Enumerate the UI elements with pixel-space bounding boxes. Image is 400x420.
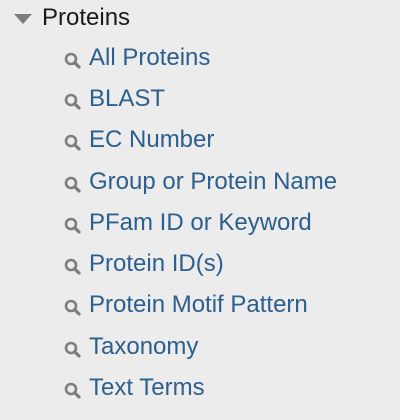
search-item-label[interactable]: EC Number <box>89 125 214 155</box>
search-icon <box>64 52 81 69</box>
search-icon <box>64 93 81 110</box>
proteins-search-list: All Proteins BLAST EC Number Group or Pr… <box>62 37 337 409</box>
search-item-blast[interactable]: BLAST <box>62 78 337 119</box>
search-item-label[interactable]: Protein ID(s) <box>89 249 224 279</box>
search-item-label[interactable]: Text Terms <box>89 373 205 403</box>
search-item-label[interactable]: PFam ID or Keyword <box>89 208 312 238</box>
search-item-text-terms[interactable]: Text Terms <box>62 367 337 408</box>
search-icon <box>64 382 81 399</box>
search-item-taxonomy[interactable]: Taxonomy <box>62 326 337 367</box>
search-icon <box>64 258 81 275</box>
search-item-protein-motif-pattern[interactable]: Protein Motif Pattern <box>62 285 337 326</box>
search-item-label[interactable]: BLAST <box>89 84 165 114</box>
search-item-label[interactable]: Taxonomy <box>89 332 198 362</box>
collapse-triangle-icon[interactable] <box>14 14 32 24</box>
search-item-pfam-id-or-keyword[interactable]: PFam ID or Keyword <box>62 202 337 243</box>
proteins-section-header[interactable]: Proteins <box>14 2 130 34</box>
section-title: Proteins <box>42 4 131 31</box>
search-icon <box>64 176 81 193</box>
search-item-all-proteins[interactable]: All Proteins <box>62 37 337 78</box>
search-icon <box>64 134 81 151</box>
search-item-ec-number[interactable]: EC Number <box>62 120 337 161</box>
search-item-protein-ids[interactable]: Protein ID(s) <box>62 243 337 284</box>
search-icon <box>64 300 81 317</box>
search-icon <box>64 217 81 234</box>
search-item-label[interactable]: All Proteins <box>89 43 210 73</box>
search-item-label[interactable]: Group or Protein Name <box>89 167 337 197</box>
search-item-label[interactable]: Protein Motif Pattern <box>89 290 308 320</box>
search-tree: Proteins All Proteins BLAST EC Number Gr… <box>0 0 400 420</box>
search-icon <box>64 341 81 358</box>
search-item-group-or-protein-name[interactable]: Group or Protein Name <box>62 161 337 202</box>
